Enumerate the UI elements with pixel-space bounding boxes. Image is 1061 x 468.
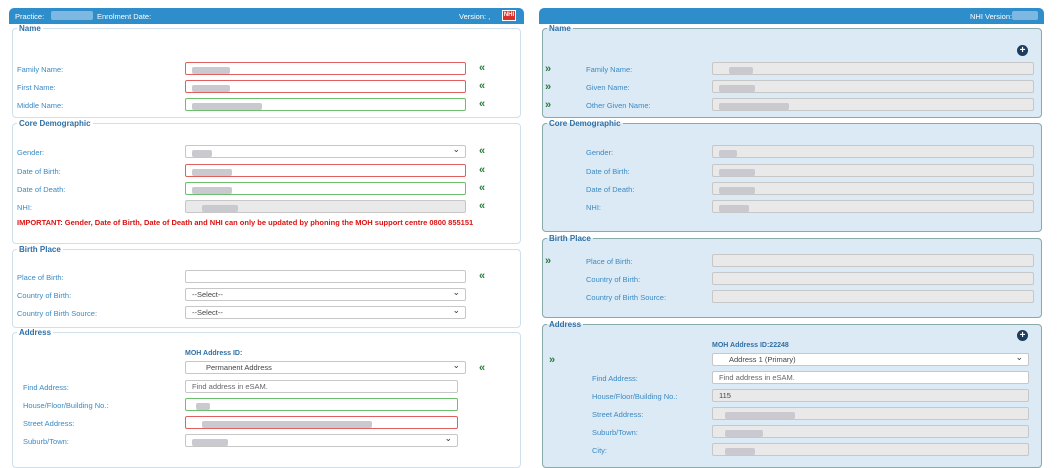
nhi-version-value-redacted xyxy=(1012,11,1038,20)
nhi-moh-address-id: MOH Address ID:22248 xyxy=(712,342,789,349)
nhi-suburb-label: Suburb/Town: xyxy=(592,428,638,437)
country-source-select[interactable]: --Select-- xyxy=(185,306,466,319)
core-demographic-legend: Core Demographic xyxy=(19,119,91,128)
double-chevron-right-icon[interactable]: » xyxy=(545,100,551,111)
nhi-label: NHI: xyxy=(17,203,32,212)
nhi-demographics-panel: NHI Version: Name + » Family Name: » Giv… xyxy=(539,8,1044,468)
nhi-dob-value xyxy=(712,164,1034,177)
nhi-input xyxy=(185,200,466,213)
plus-circle-icon[interactable]: + xyxy=(1017,330,1028,341)
local-demographics-panel: Practice: Enrolment Date: Version: , NHI… xyxy=(9,8,524,468)
nhi-dob-label: Date of Birth: xyxy=(586,167,630,176)
double-chevron-left-icon[interactable]: « xyxy=(479,81,485,92)
enrolment-date-label: Enrolment Date: xyxy=(97,12,152,21)
nhi-find-address-label: Find Address: xyxy=(592,374,638,383)
country-of-birth-select[interactable]: --Select-- xyxy=(185,288,466,301)
nhi-family-name-label: Family Name: xyxy=(586,65,633,74)
gender-label: Gender: xyxy=(17,148,45,157)
nhi-suburb-value xyxy=(712,425,1029,438)
gender-select[interactable] xyxy=(185,145,466,158)
double-chevron-left-icon[interactable]: « xyxy=(479,363,485,374)
country-of-birth-label: Country of Birth: xyxy=(17,291,72,300)
street-address-input[interactable] xyxy=(185,416,458,429)
nhi-nhi-value xyxy=(712,200,1034,213)
double-chevron-left-icon[interactable]: « xyxy=(479,165,485,176)
house-number-label: House/Floor/Building No.: xyxy=(23,401,109,410)
find-address-input[interactable]: Find address in eSAM. xyxy=(185,380,458,393)
family-name-label: Family Name: xyxy=(17,65,64,74)
nhi-street-label: Street Address: xyxy=(592,410,644,419)
nhi-country-label: Country of Birth: xyxy=(586,275,641,284)
nhi-country-source-label: Country of Birth Source: xyxy=(586,293,667,302)
nhi-header: NHI Version: xyxy=(539,8,1044,24)
nhi-city-label: City: xyxy=(592,446,607,455)
nhi-country-value xyxy=(712,272,1034,285)
double-chevron-right-icon[interactable]: » xyxy=(545,82,551,93)
nhi-core-legend: Core Demographic xyxy=(549,119,621,128)
place-of-birth-input[interactable] xyxy=(185,270,466,283)
moh-address-id-label: MOH Address ID: xyxy=(185,350,243,357)
nhi-version-label: NHI Version: xyxy=(970,12,1013,21)
house-number-input[interactable] xyxy=(185,398,458,411)
double-chevron-left-icon[interactable]: « xyxy=(479,183,485,194)
suburb-select[interactable] xyxy=(185,434,458,447)
plus-circle-icon[interactable]: + xyxy=(1017,45,1028,56)
name-legend: Name xyxy=(19,24,41,33)
version-label: Version: , xyxy=(459,12,491,21)
street-address-label: Street Address: xyxy=(23,419,75,428)
nhi-find-address-input[interactable]: Find address in eSAM. xyxy=(712,371,1029,384)
country-source-label: Country of Birth Source: xyxy=(17,309,98,318)
local-header: Practice: Enrolment Date: Version: , NHI xyxy=(9,8,524,24)
nhi-house-number-label: House/Floor/Building No.: xyxy=(592,392,678,401)
practice-label: Practice: xyxy=(15,12,45,21)
double-chevron-left-icon[interactable]: « xyxy=(479,99,485,110)
middle-name-input[interactable] xyxy=(185,98,466,111)
practice-value-redacted xyxy=(51,11,93,20)
nhi-country-source-value xyxy=(712,290,1034,303)
nhi-other-name-value xyxy=(712,98,1034,111)
nhi-other-name-label: Other Given Name: xyxy=(586,101,651,110)
nhi-given-name-label: Given Name: xyxy=(586,83,630,92)
find-address-label: Find Address: xyxy=(23,383,69,392)
nhi-street-value xyxy=(712,407,1029,420)
first-name-label: First Name: xyxy=(17,83,56,92)
nhi-badge[interactable]: NHI xyxy=(502,10,516,21)
suburb-label: Suburb/Town: xyxy=(23,437,69,446)
nhi-given-name-value xyxy=(712,80,1034,93)
dob-input[interactable] xyxy=(185,164,466,177)
nhi-address-type-select[interactable]: Address 1 (Primary) xyxy=(712,353,1029,366)
nhi-dod-value xyxy=(712,182,1034,195)
double-chevron-left-icon[interactable]: « xyxy=(479,201,485,212)
nhi-city-value xyxy=(712,443,1029,456)
place-of-birth-label: Place of Birth: xyxy=(17,273,64,282)
nhi-nhi-label: NHI: xyxy=(586,203,601,212)
nhi-name-legend: Name xyxy=(549,24,571,33)
middle-name-label: Middle Name: xyxy=(17,101,64,110)
double-chevron-right-icon[interactable]: » xyxy=(545,256,551,267)
double-chevron-right-icon[interactable]: » xyxy=(545,64,551,75)
nhi-dod-label: Date of Death: xyxy=(586,185,635,194)
nhi-house-number-value: 115 xyxy=(712,389,1029,402)
address-type-select[interactable]: Permanent Address xyxy=(185,361,466,374)
nhi-gender-label: Gender: xyxy=(586,148,614,157)
nhi-place-of-birth-value xyxy=(712,254,1034,267)
birth-place-legend: Birth Place xyxy=(19,245,61,254)
first-name-input[interactable] xyxy=(185,80,466,93)
family-name-input[interactable] xyxy=(185,62,466,75)
nhi-place-of-birth-label: Place of Birth: xyxy=(586,257,633,266)
double-chevron-right-icon[interactable]: » xyxy=(549,355,555,366)
update-warning: IMPORTANT: Gender, Date of Birth, Date o… xyxy=(17,218,474,227)
nhi-gender-value xyxy=(712,145,1034,158)
nhi-birth-place-legend: Birth Place xyxy=(549,234,591,243)
double-chevron-left-icon[interactable]: « xyxy=(479,63,485,74)
dod-input[interactable] xyxy=(185,182,466,195)
address-legend: Address xyxy=(19,328,52,337)
nhi-family-name-value xyxy=(712,62,1034,75)
dob-label: Date of Birth: xyxy=(17,167,61,176)
double-chevron-left-icon[interactable]: « xyxy=(479,146,485,157)
nhi-address-legend: Address xyxy=(549,320,582,329)
double-chevron-left-icon[interactable]: « xyxy=(479,271,485,282)
dod-label: Date of Death: xyxy=(17,185,66,194)
